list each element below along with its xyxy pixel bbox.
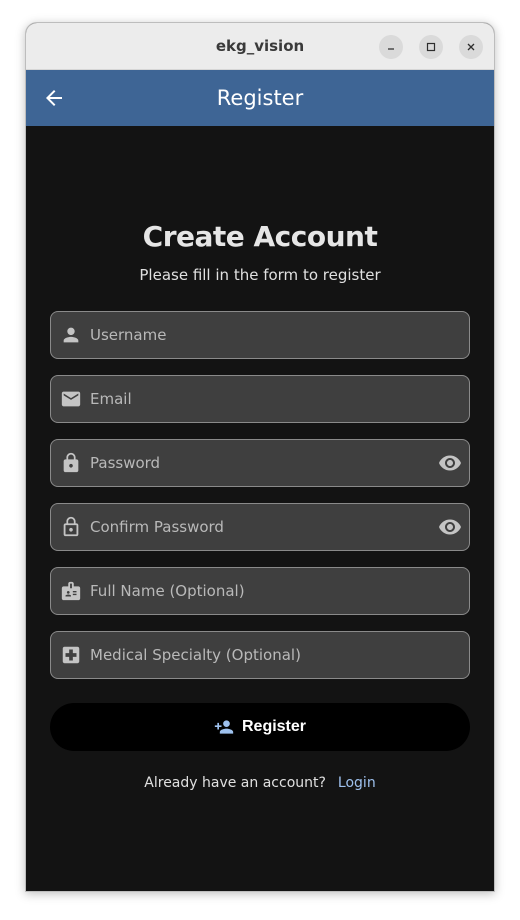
email-input[interactable]: [82, 376, 469, 422]
maximize-button[interactable]: [419, 35, 443, 59]
eye-icon: [439, 455, 461, 471]
maximize-icon: [426, 42, 436, 52]
username-input[interactable]: [82, 312, 469, 358]
password-input[interactable]: [82, 440, 437, 486]
register-button-label: Register: [241, 718, 307, 735]
app-window: ekg_vision Register Create Account Pleas…: [25, 22, 495, 892]
confirm-password-field[interactable]: [50, 503, 470, 551]
full-name-field[interactable]: [50, 567, 470, 615]
email-field[interactable]: [50, 375, 470, 423]
window-titlebar[interactable]: ekg_vision: [26, 23, 494, 70]
app-bar: Register: [26, 70, 494, 126]
register-button[interactable]: Register: [50, 703, 470, 751]
minimize-icon: [388, 48, 394, 50]
username-field[interactable]: [50, 311, 470, 359]
form-subheading: Please fill in the form to register: [139, 266, 381, 284]
login-prompt-text: Already have an account?: [144, 775, 326, 791]
badge-icon: [60, 580, 82, 602]
form-heading: Create Account: [142, 220, 378, 253]
login-prompt-row: Already have an account? Login: [26, 775, 494, 791]
lock-outline-icon: [60, 516, 82, 538]
password-visibility-toggle[interactable]: [437, 450, 463, 476]
register-form: Create Account Please fill in the form t…: [26, 126, 494, 891]
mail-icon: [60, 388, 82, 410]
person-icon: [60, 324, 82, 346]
full-name-input[interactable]: [82, 568, 469, 614]
person-add-icon: [214, 717, 234, 737]
medical-specialty-field[interactable]: [50, 631, 470, 679]
eye-icon: [439, 519, 461, 535]
password-field[interactable]: [50, 439, 470, 487]
medical-cross-icon: [60, 644, 82, 666]
confirm-password-visibility-toggle[interactable]: [437, 514, 463, 540]
close-icon: [467, 43, 475, 51]
lock-icon: [60, 452, 82, 474]
page-title: Register: [216, 86, 304, 110]
medical-specialty-input[interactable]: [82, 632, 469, 678]
confirm-password-input[interactable]: [82, 504, 437, 550]
minimize-button[interactable]: [379, 35, 403, 59]
login-link[interactable]: Login: [338, 775, 376, 791]
close-button[interactable]: [459, 35, 483, 59]
